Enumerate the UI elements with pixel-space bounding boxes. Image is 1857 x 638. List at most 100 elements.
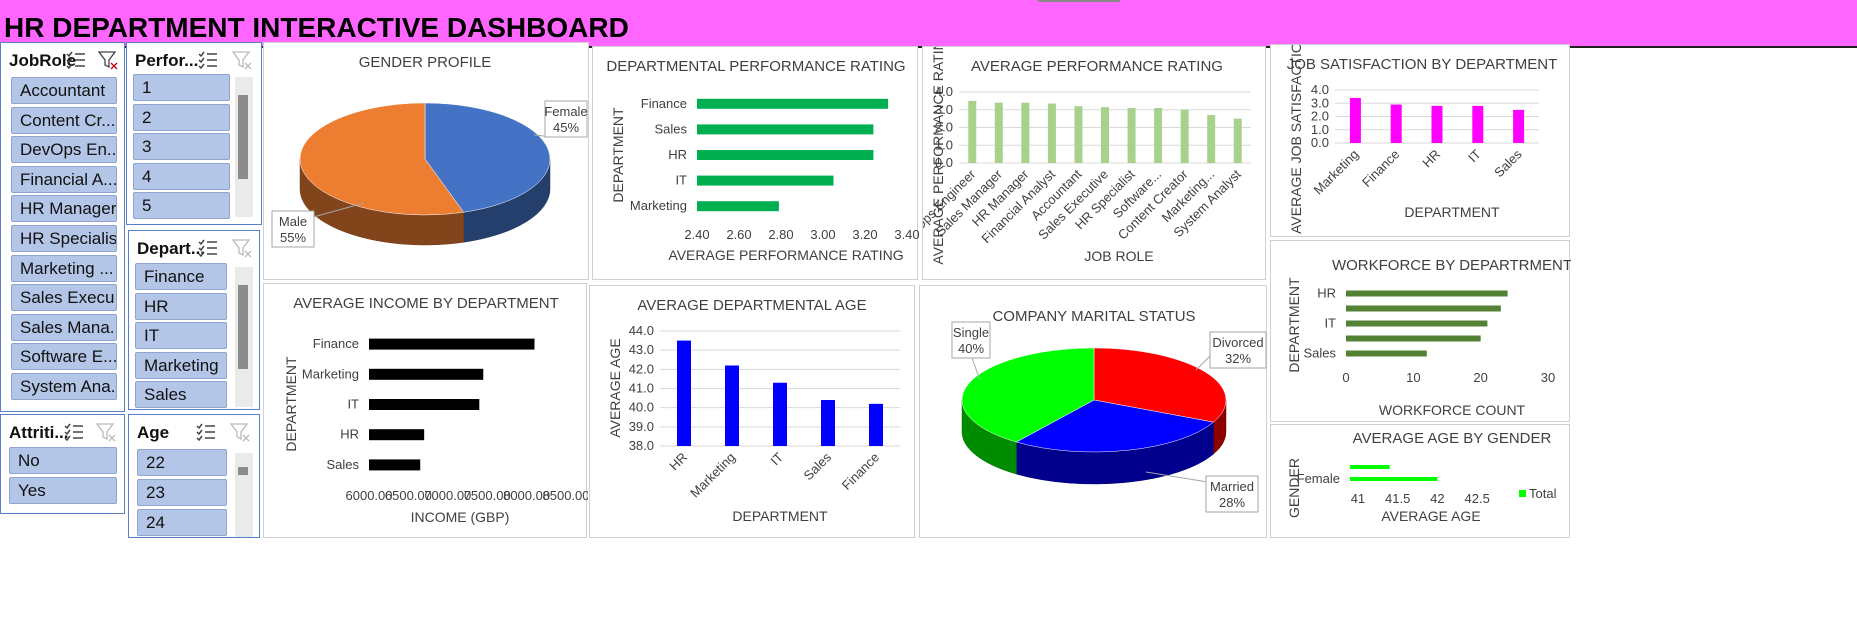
slicer-scrollbar[interactable] (235, 453, 253, 537)
slicer-item-performance[interactable]: 4 (133, 162, 230, 190)
slicer-item-age[interactable]: 24 (137, 509, 227, 536)
y-tick-label: Sales (326, 457, 359, 472)
gender-pie-chart: GENDER PROFILE Female45% Male55% (271, 54, 588, 248)
callout-label: Divorced (1212, 335, 1263, 350)
bar (1047, 103, 1056, 163)
y-tick-label: HR (1317, 286, 1336, 301)
slicer-item-department[interactable]: Sales (135, 381, 227, 408)
y-tick-label: 0.0 (1311, 135, 1329, 150)
bar (1513, 109, 1525, 143)
chart-title: COMPANY MARITAL STATUS (992, 308, 1195, 325)
callout-pct: 32% (1225, 351, 1251, 366)
slicer-item-jobrole[interactable]: Sales Mana... (11, 313, 117, 341)
panel-age-gender: AVERAGE AGE BY GENDER 41 41.5 42 42.5 Female A… (1270, 424, 1570, 538)
slicer-item-jobrole[interactable]: HR Manager (11, 195, 117, 223)
clear-filter-icon[interactable] (231, 237, 253, 259)
clear-filter-icon[interactable] (97, 49, 119, 71)
slicer-item-department[interactable]: HR (135, 292, 227, 320)
x-tick-label: Sales (1491, 146, 1525, 180)
multi-select-icon[interactable] (65, 49, 87, 71)
slicer-item-age[interactable]: 23 (137, 479, 227, 506)
multi-select-icon[interactable] (197, 49, 219, 71)
slicer-item-jobrole[interactable]: Accountant (11, 77, 117, 104)
slicer-item-department[interactable]: Finance (135, 263, 227, 290)
x-tick-label: 0 (1342, 370, 1349, 385)
x-tick-label: 3.00 (810, 227, 835, 242)
bar (1346, 335, 1481, 342)
y-axis-label: GENDER (1286, 458, 1302, 518)
slicer-item-department[interactable]: Marketing (135, 351, 227, 379)
income-chart: AVERAGE INCOME BY DEPARTMENT6000.006500.… (283, 295, 590, 525)
scroll-thumb[interactable] (238, 467, 248, 475)
slicer-item-jobrole[interactable]: System Ana... (11, 373, 117, 400)
bar (1349, 97, 1361, 143)
callout-pct: 40% (958, 341, 984, 356)
slicer-department-title: Depart... (137, 239, 206, 258)
bar (369, 429, 425, 441)
y-tick-label: 2.0 (1311, 109, 1329, 124)
bar (697, 124, 874, 135)
clear-filter-icon[interactable] (229, 421, 251, 443)
slicer-item-department[interactable]: IT (135, 322, 227, 349)
y-tick-label: Sales (1303, 346, 1336, 361)
bar (1021, 102, 1030, 163)
slicer-item-performance[interactable]: 5 (133, 192, 230, 219)
slicer-item-jobrole[interactable]: DevOps En... (11, 136, 117, 164)
bar (1233, 118, 1242, 163)
x-tick-label: Marketing (687, 450, 738, 501)
slicer-item-jobrole[interactable]: Financial A... (11, 165, 117, 193)
bar (1350, 465, 1390, 469)
x-axis-label: INCOME (GBP) (411, 509, 510, 525)
y-tick-label: 44.0 (629, 323, 654, 338)
x-tick-label: 30 (1541, 370, 1555, 385)
scroll-thumb[interactable] (238, 285, 248, 369)
x-axis-label: DEPARTMENT (732, 508, 828, 524)
bar (869, 403, 883, 446)
x-tick-label: 3.40 (894, 227, 919, 242)
clear-filter-icon[interactable] (95, 421, 117, 443)
x-axis-label: DEPARTMENT (1404, 204, 1500, 220)
y-axis-label: AVERAGE PERFORMANCE RATING (930, 47, 946, 265)
slicer-item-attrition[interactable]: Yes (9, 477, 117, 504)
multi-select-icon[interactable] (63, 421, 85, 443)
bar (369, 368, 484, 380)
chart-title: GENDER PROFILE (359, 54, 492, 71)
bar (1346, 305, 1501, 312)
bar (369, 459, 421, 471)
y-tick-label: HR (340, 427, 359, 442)
y-tick-label: Finance (641, 96, 687, 111)
x-tick-label: Finance (1359, 147, 1402, 190)
panel-income: AVERAGE INCOME BY DEPARTMENT 6000.00 6500.… (263, 283, 590, 538)
slicer-age: Age 22 23 24 (128, 414, 260, 538)
slicer-item-jobrole[interactable]: Content Cr... (11, 106, 117, 134)
clear-filter-icon[interactable] (231, 49, 253, 71)
multi-select-icon[interactable] (197, 237, 219, 259)
bar (1154, 107, 1163, 163)
slicer-item-performance[interactable]: 1 (133, 74, 230, 101)
bar (697, 175, 834, 186)
legend-label: Total (1529, 486, 1557, 501)
slicer-scrollbar[interactable] (235, 77, 253, 217)
bar (1390, 104, 1402, 143)
multi-select-icon[interactable] (195, 421, 217, 443)
slicer-item-jobrole[interactable]: Software E... (11, 343, 117, 371)
bar (968, 100, 977, 163)
slicer-item-age[interactable]: 22 (137, 449, 227, 476)
x-tick-label: Sales (801, 449, 835, 483)
y-tick-label: Female (1297, 471, 1340, 486)
bar (1346, 320, 1488, 327)
scroll-thumb[interactable] (238, 95, 248, 179)
slicer-item-performance[interactable]: 2 (133, 103, 230, 131)
bar (1074, 106, 1083, 163)
slicer-scrollbar[interactable] (235, 267, 253, 407)
y-tick-label: Marketing (302, 366, 359, 381)
slicer-item-attrition[interactable]: No (9, 447, 117, 474)
bar (1346, 350, 1427, 357)
slicer-item-jobrole[interactable]: Sales Execu... (11, 284, 117, 312)
slicer-item-jobrole[interactable]: Marketing ... (11, 254, 117, 282)
age-gender-chart: AVERAGE AGE BY GENDER 41 41.5 42 42.5 Female A… (1286, 430, 1557, 524)
slicer-item-jobrole[interactable]: HR Specialist (11, 225, 117, 252)
slicer-attrition-title: Attriti... (9, 423, 69, 442)
y-tick-label: Sales (654, 121, 687, 136)
slicer-item-performance[interactable]: 3 (133, 133, 230, 160)
